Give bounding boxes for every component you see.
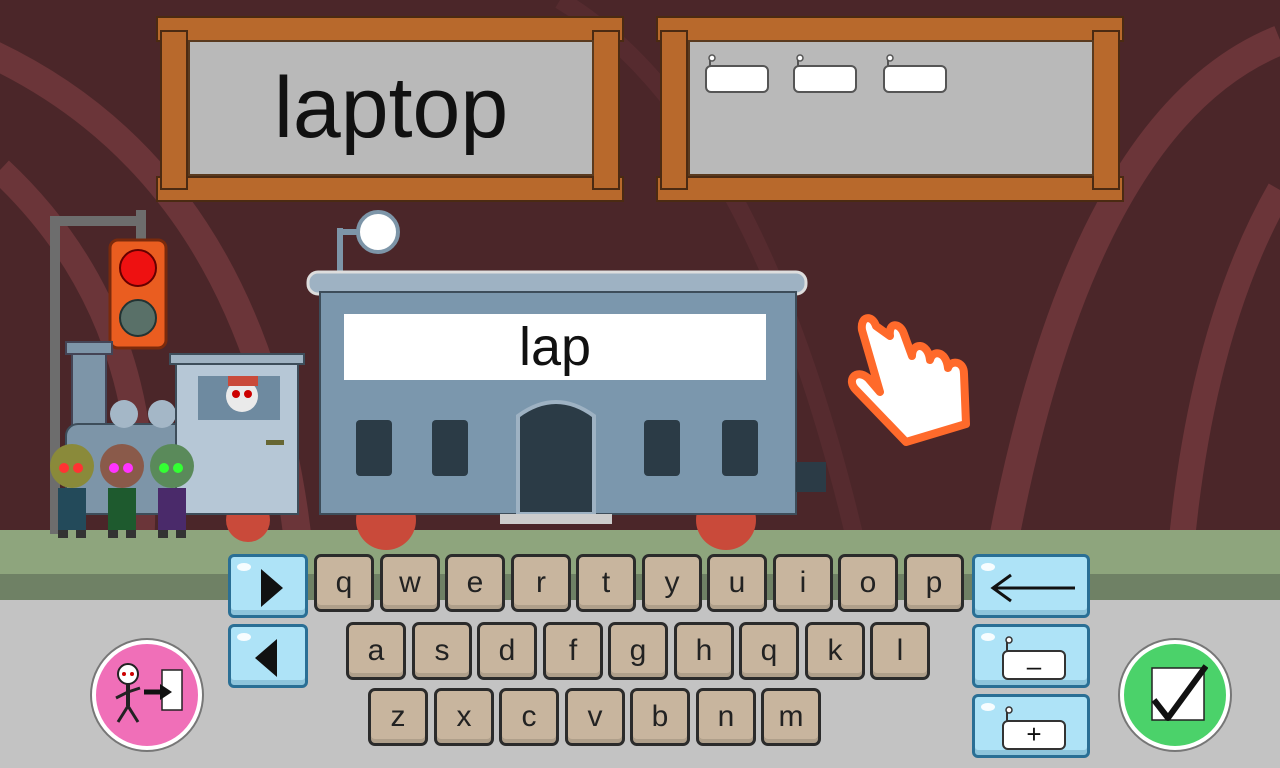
key-w[interactable]: w [380,554,440,612]
key-v[interactable]: v [565,688,625,746]
key-l[interactable]: l [870,622,930,680]
key-z[interactable]: z [368,688,428,746]
train-wagon-icon [793,54,857,93]
key-y[interactable]: y [642,554,702,612]
target-word-sign: laptop [156,10,624,202]
key-q[interactable]: q [314,554,374,612]
train-wagon-icon [705,54,769,93]
key-f[interactable]: f [543,622,603,680]
key-p[interactable]: p [904,554,964,612]
zombie-passenger [150,444,194,538]
wagon-count-sign [656,10,1124,202]
key-g[interactable]: g [608,622,668,680]
zombie-passenger [50,444,94,538]
key-u[interactable]: u [707,554,767,612]
key-h[interactable]: h [674,622,734,680]
key-d[interactable]: d [477,622,537,680]
backspace-button[interactable] [972,554,1090,618]
target-word: laptop [273,60,509,156]
key-s[interactable]: s [412,622,472,680]
key-o[interactable]: o [838,554,898,612]
key-i[interactable]: i [773,554,833,612]
zombie-passenger [100,444,144,538]
play-left-icon [255,639,277,677]
minus-label: – [1026,651,1042,681]
key-r[interactable]: r [511,554,571,612]
key-c[interactable]: c [499,688,559,746]
key-m[interactable]: m [761,688,821,746]
play-right-icon [261,569,283,607]
remove-wagon-button[interactable]: – [972,624,1090,688]
exit-skeleton-icon [115,663,183,723]
confirm-button[interactable] [1120,640,1230,750]
add-wagon-button[interactable]: + [972,694,1090,758]
key-q[interactable]: q [739,622,799,680]
plus-label: + [1026,719,1042,749]
checkmark-icon [1151,664,1208,721]
hand-pointer-icon [847,314,970,446]
key-a[interactable]: a [346,622,406,680]
key-b[interactable]: b [630,688,690,746]
back-button[interactable] [228,624,308,688]
key-t[interactable]: t [576,554,636,612]
key-x[interactable]: x [434,688,494,746]
exit-button[interactable] [92,640,202,750]
key-e[interactable]: e [445,554,505,612]
train-wagon-icon [883,54,947,93]
forward-button[interactable] [228,554,308,618]
typed-word-display: lap [344,314,766,380]
arrow-left-icon [990,573,1075,603]
key-n[interactable]: n [696,688,756,746]
key-k[interactable]: k [805,622,865,680]
